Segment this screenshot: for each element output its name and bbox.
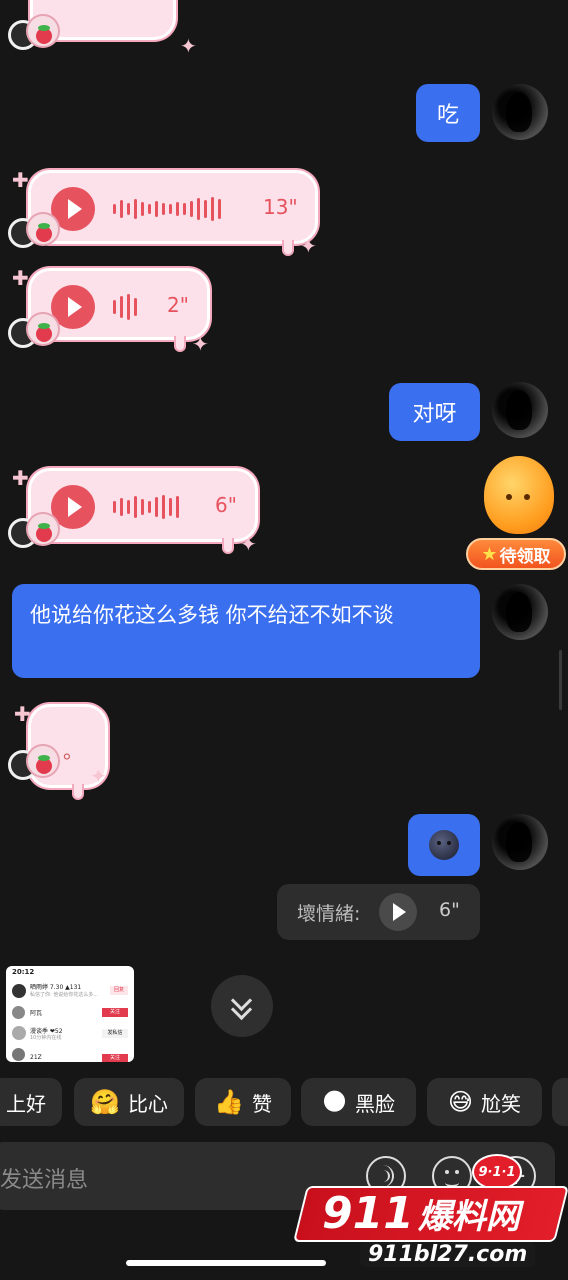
my-message-bubble[interactable]: 吃	[416, 84, 480, 142]
voice-duration: 13"	[263, 195, 298, 219]
sparkle-icon: ✦	[192, 332, 209, 356]
screenshot-thumbnail[interactable]: 20:12 晒雨婷 7.30 ▲131 私信了你: 他说给你花这么多... 回复…	[6, 966, 134, 1062]
voice-message[interactable]: 6"	[28, 468, 258, 542]
watermark-badge: 9·1·1	[472, 1154, 522, 1190]
quick-reply-chip[interactable]: 👍 赞	[195, 1078, 291, 1126]
thumbs-up-icon: 👍	[214, 1088, 244, 1116]
strawberry-snail-sticker-icon	[8, 14, 60, 58]
voice-tag-card[interactable]: 壞情緒: 6"	[277, 884, 480, 940]
grimace-emoji-icon: 😅	[447, 1088, 474, 1116]
quick-reply-chip[interactable]: 🤗 比心	[74, 1078, 184, 1126]
my-emoji-bubble[interactable]	[408, 814, 480, 876]
my-message-bubble[interactable]: 他说给你花这么多钱 你不给还不如不谈	[12, 584, 480, 678]
quick-reply-chip[interactable]: 上好	[0, 1078, 62, 1126]
play-icon[interactable]	[379, 893, 417, 931]
quick-reply-chip[interactable]: 🌑 黑脸	[301, 1078, 416, 1126]
voice-duration: 6"	[215, 493, 237, 517]
quick-reply-chip[interactable]: 😅 尬笑	[427, 1078, 542, 1126]
sparkle-icon: ✚	[12, 168, 29, 192]
voice-tag-label: 壞情緒:	[297, 903, 361, 925]
thumbnail-row: 阿瓦 关注	[12, 1006, 128, 1022]
watermark-url: 911bl27.com	[360, 1242, 536, 1267]
sparkle-icon: ✦	[240, 532, 257, 556]
home-indicator[interactable]	[126, 1260, 326, 1266]
thumbnail-time: 20:12	[12, 968, 35, 976]
sparkle-icon: ✦	[180, 34, 197, 58]
waveform-icon	[113, 493, 179, 521]
waveform-icon	[113, 195, 221, 223]
bubble-drip	[282, 240, 294, 256]
waveform-icon	[113, 293, 137, 321]
dark-moon-emoji-icon: 🌑	[321, 1088, 348, 1116]
partner-message-text: 。	[63, 739, 83, 763]
voice-duration: 2"	[167, 293, 189, 317]
quick-reply-chip[interactable]	[552, 1078, 568, 1126]
watermark-logo: 9·1·1 911 爆料网 911bl27.com	[293, 1150, 568, 1276]
hug-emoji-icon: 🤗	[90, 1088, 120, 1116]
thumbnail-row: 漫谈季 ❤52 10分钟内在线 发私信	[12, 1026, 128, 1044]
voice-tag-duration: 6"	[439, 899, 460, 921]
my-message-bubble[interactable]: 对呀	[389, 383, 480, 441]
strawberry-snail-sticker-icon	[8, 744, 60, 788]
my-avatar[interactable]	[492, 814, 548, 870]
bubble-drip	[72, 784, 84, 800]
watermark-title: 911 爆料网	[322, 1188, 520, 1239]
sparkle-icon: ✦	[300, 234, 317, 258]
strawberry-snail-sticker-icon	[8, 312, 60, 356]
reward-badge[interactable]: ★ 待领取	[466, 538, 566, 570]
thumbnail-row: 21Z 关注	[12, 1048, 128, 1062]
scroll-to-bottom-button[interactable]	[211, 975, 273, 1037]
dark-moon-emoji-icon	[429, 830, 459, 860]
sparkle-icon: ✚	[12, 466, 29, 490]
scrollbar[interactable]	[559, 650, 562, 710]
mascot-eyes	[506, 494, 512, 500]
thumbnail-row: 晒雨婷 7.30 ▲131 私信了你: 他说给你花这么多... 回复	[12, 982, 128, 1004]
voice-message[interactable]: 13"	[28, 170, 318, 244]
bubble-drip	[174, 336, 186, 352]
my-avatar[interactable]	[492, 382, 548, 438]
reward-label: 待领取	[499, 546, 551, 567]
strawberry-snail-sticker-icon	[8, 512, 60, 556]
reward-widget[interactable]: ★ 待领取	[466, 456, 566, 572]
my-avatar[interactable]	[492, 584, 548, 640]
sparkle-icon: ✦	[90, 764, 107, 788]
bubble-drip	[222, 538, 234, 554]
star-icon: ★	[481, 543, 498, 565]
orange-mascot-icon	[484, 456, 554, 534]
sparkle-icon: ✚	[12, 266, 29, 290]
strawberry-snail-sticker-icon	[8, 212, 60, 256]
my-avatar[interactable]	[492, 84, 548, 140]
message-input[interactable]: 发送消息	[0, 1162, 88, 1194]
